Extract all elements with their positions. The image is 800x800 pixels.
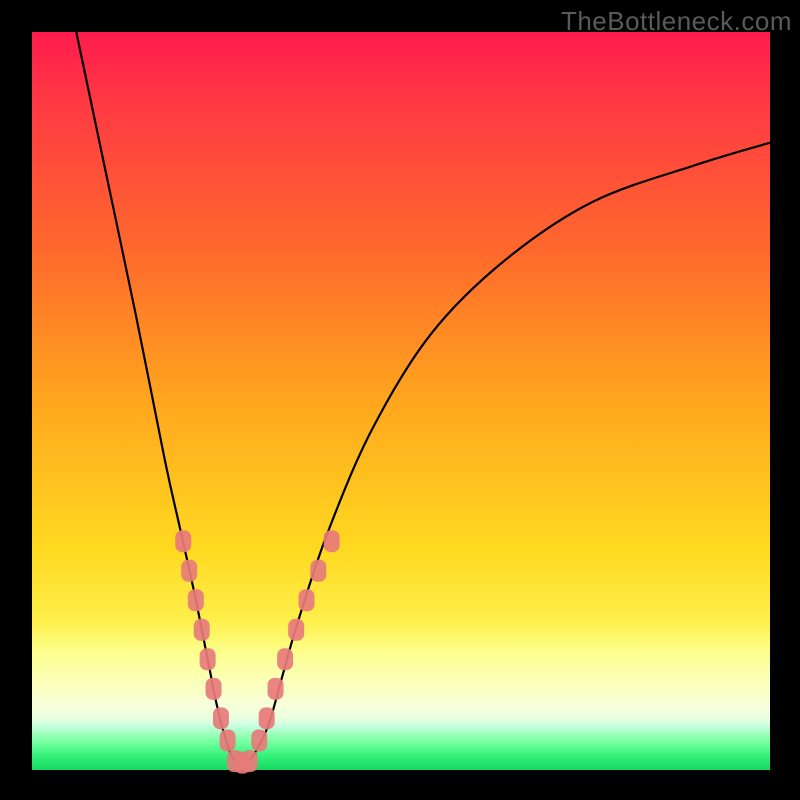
marker-point <box>220 729 236 751</box>
marker-point <box>259 707 275 729</box>
curve-group <box>76 32 770 764</box>
marker-point <box>268 678 284 700</box>
marker-point <box>288 619 304 641</box>
marker-point <box>242 750 258 772</box>
marker-point <box>277 648 293 670</box>
marker-point <box>206 678 222 700</box>
marker-point <box>194 619 210 641</box>
marker-point <box>188 589 204 611</box>
marker-group <box>175 530 339 773</box>
chart-frame: TheBottleneck.com <box>0 0 800 800</box>
marker-point <box>181 560 197 582</box>
marker-point <box>310 560 326 582</box>
chart-svg <box>32 32 770 770</box>
marker-point <box>175 530 191 552</box>
marker-point <box>200 648 216 670</box>
marker-point <box>324 530 340 552</box>
marker-point <box>213 707 229 729</box>
marker-point <box>251 729 267 751</box>
series-bottleneck-curve <box>76 32 770 764</box>
plot-area <box>32 32 770 770</box>
marker-point <box>299 589 315 611</box>
